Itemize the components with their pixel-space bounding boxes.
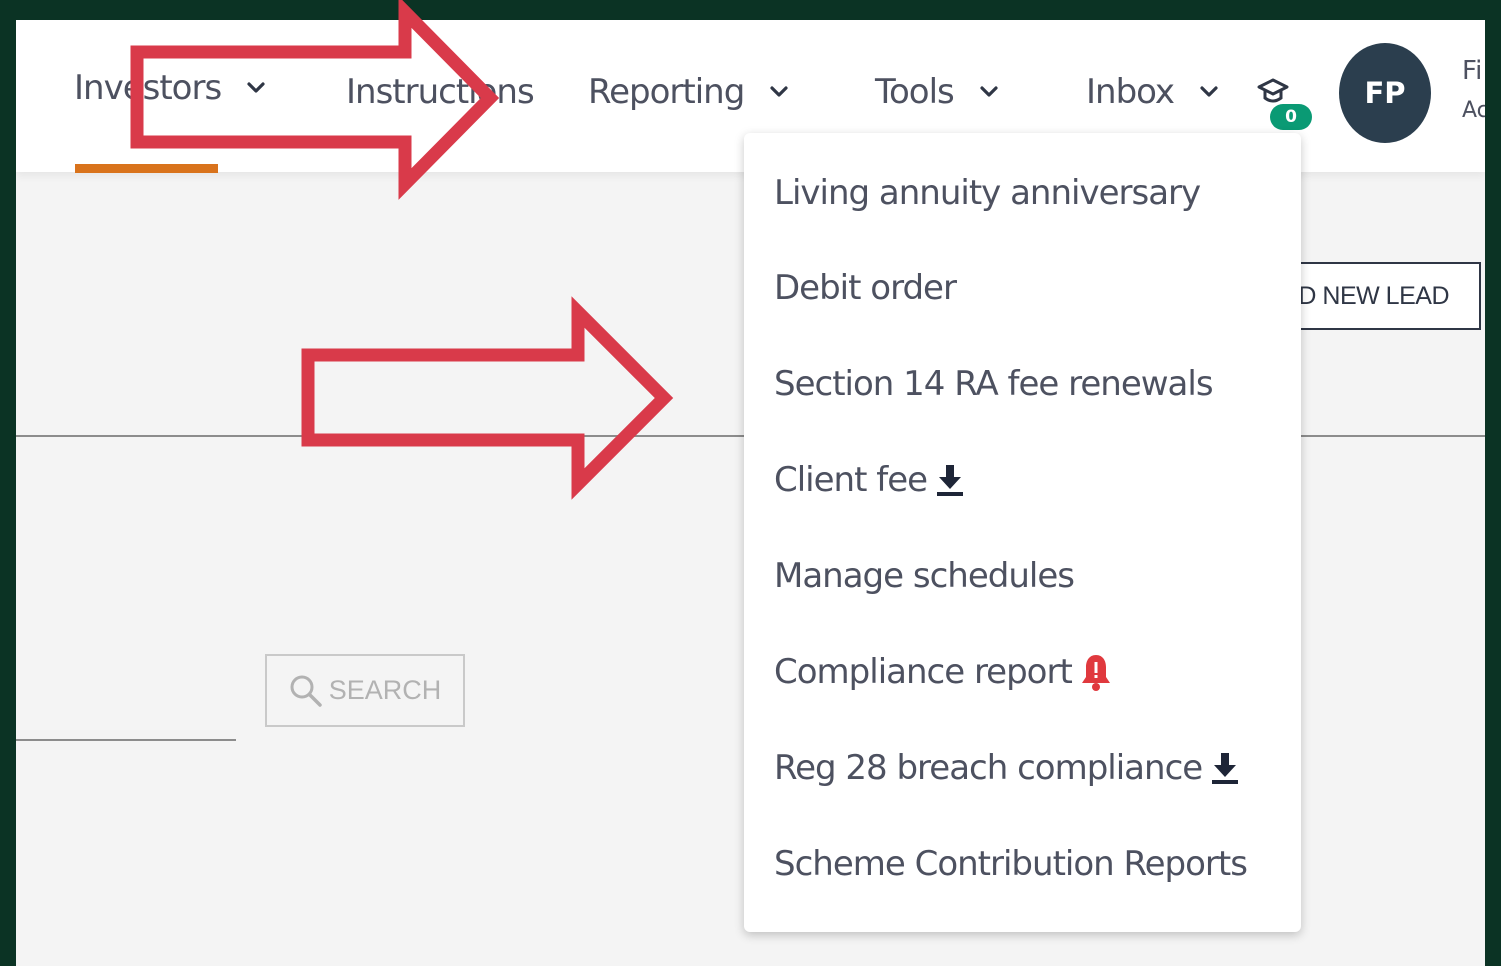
annotation-arrow-menu (301, 296, 674, 500)
annotation-arrows (130, 0, 674, 500)
annotation-arrow-nav (130, 0, 500, 200)
